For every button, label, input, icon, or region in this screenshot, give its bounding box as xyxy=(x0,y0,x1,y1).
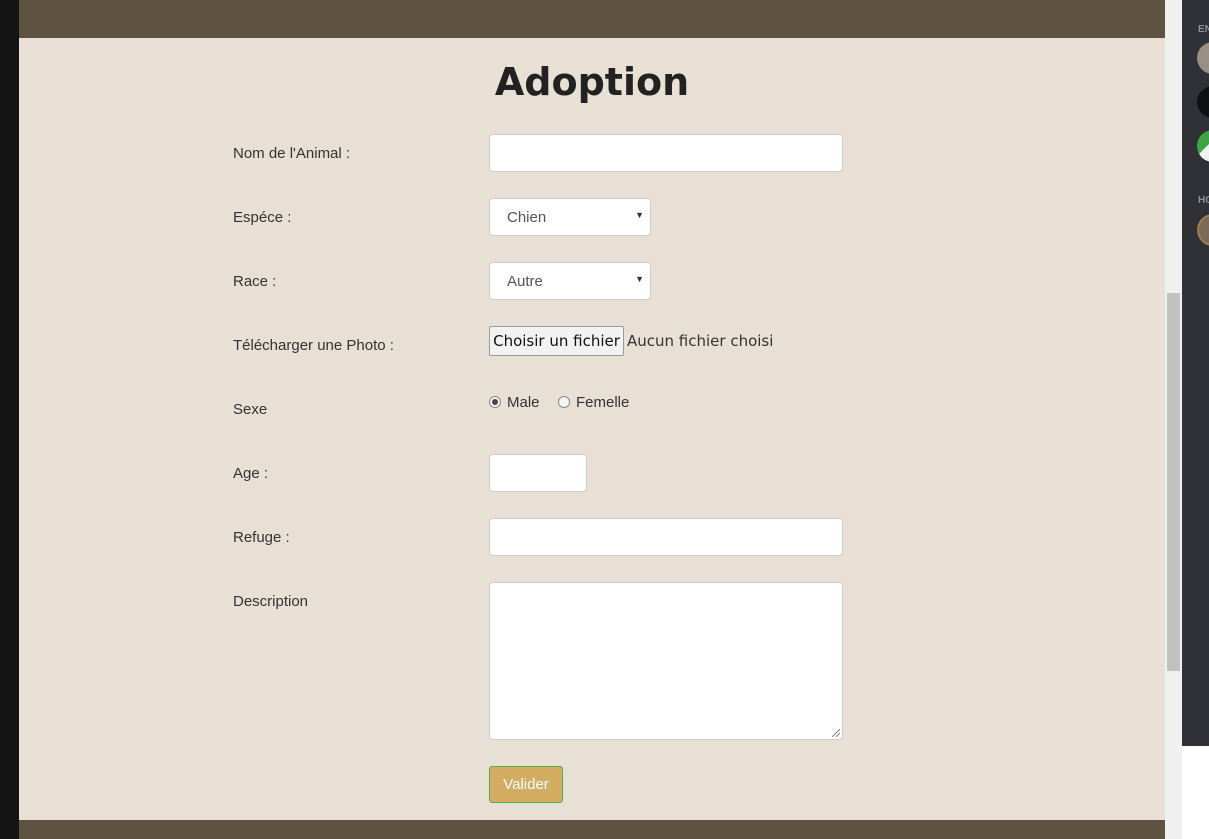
radio-male[interactable] xyxy=(489,396,501,408)
side-panel-header: HO xyxy=(1198,195,1209,206)
refuge-input[interactable] xyxy=(489,518,843,556)
radio-femelle[interactable] xyxy=(558,396,570,408)
page-title: Adoption xyxy=(494,60,690,104)
refuge-label: Refuge : xyxy=(233,529,290,546)
age-label: Age : xyxy=(233,465,269,482)
avatar[interactable] xyxy=(1197,42,1209,74)
chevron-down-icon: ▼ xyxy=(635,274,644,284)
sexe-label: Sexe xyxy=(233,401,268,418)
radio-male-label[interactable]: Male xyxy=(507,394,540,411)
photo-label: Télécharger une Photo : xyxy=(233,337,394,354)
age-input[interactable] xyxy=(489,454,587,492)
avatar[interactable] xyxy=(1197,130,1209,162)
submit-button[interactable]: Valider xyxy=(489,766,563,803)
description-textarea[interactable] xyxy=(489,582,843,740)
chevron-down-icon: ▼ xyxy=(635,210,644,220)
top-bar xyxy=(19,0,1165,38)
race-select-value: Autre xyxy=(507,272,543,290)
espece-select[interactable]: Chien ▼ xyxy=(489,198,651,236)
bottom-bar xyxy=(19,820,1165,839)
resize-grip-icon[interactable] xyxy=(832,729,840,737)
scrollbar-thumb[interactable] xyxy=(1167,293,1180,671)
side-panel: EN HO xyxy=(1182,0,1209,746)
side-panel-footer xyxy=(1182,746,1209,839)
nom-input[interactable] xyxy=(489,134,843,172)
page-container: Adoption Nom de l'Animal : Espéce : Chie… xyxy=(19,0,1165,839)
race-select[interactable]: Autre ▼ xyxy=(489,262,651,300)
background-strip xyxy=(0,0,19,839)
page-scrollbar[interactable] xyxy=(1165,0,1182,839)
radio-femelle-label[interactable]: Femelle xyxy=(576,394,629,411)
file-status: Aucun fichier choisi xyxy=(627,332,774,350)
nom-label: Nom de l'Animal : xyxy=(233,145,351,162)
race-label: Race : xyxy=(233,273,277,290)
choose-file-button[interactable]: Choisir un fichier xyxy=(489,326,624,356)
espece-label: Espéce : xyxy=(233,209,292,226)
description-label: Description xyxy=(233,593,309,610)
avatar[interactable] xyxy=(1197,214,1209,246)
avatar[interactable] xyxy=(1197,86,1209,118)
espece-select-value: Chien xyxy=(507,208,547,226)
side-panel-header: EN xyxy=(1198,24,1209,35)
